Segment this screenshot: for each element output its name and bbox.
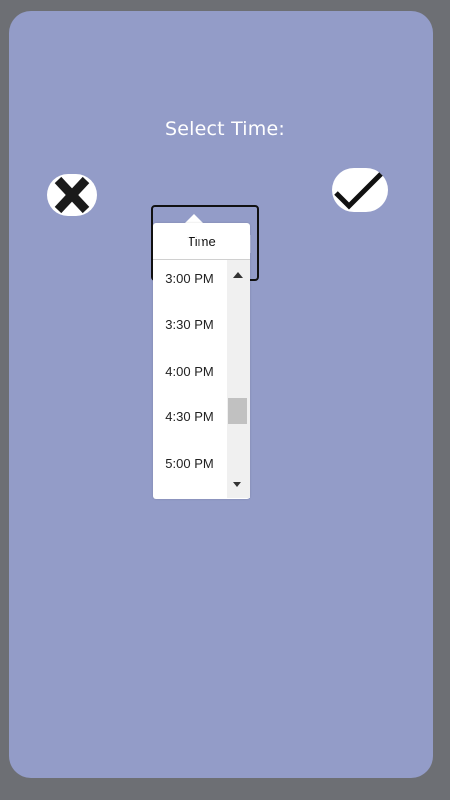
dropdown-caret bbox=[185, 214, 203, 223]
scroll-up-arrow-icon[interactable] bbox=[233, 272, 243, 278]
checkmark-icon bbox=[334, 172, 383, 210]
time-option-500pm[interactable]: 5:00 PM bbox=[153, 456, 226, 471]
time-option-300pm[interactable]: 3:00 PM bbox=[153, 271, 226, 286]
close-icon bbox=[54, 176, 90, 214]
confirm-button[interactable] bbox=[332, 168, 388, 212]
time-input-value: 4:21 PM bbox=[152, 230, 253, 259]
time-option-400pm[interactable]: 4:00 PM bbox=[153, 364, 226, 379]
scroll-down-arrow-icon[interactable] bbox=[233, 482, 241, 487]
time-dropdown: Time 3:00 PM 3:30 PM 4:00 PM 4:30 PM 5:0… bbox=[153, 223, 250, 499]
scroll-thumb[interactable] bbox=[228, 398, 247, 424]
dropdown-scrollbar[interactable] bbox=[227, 260, 250, 498]
time-option-430pm[interactable]: 4:30 PM bbox=[153, 409, 226, 424]
dialog-title: Select Time: bbox=[165, 118, 285, 140]
time-option-330pm[interactable]: 3:30 PM bbox=[153, 317, 226, 332]
cancel-button[interactable] bbox=[47, 174, 97, 216]
